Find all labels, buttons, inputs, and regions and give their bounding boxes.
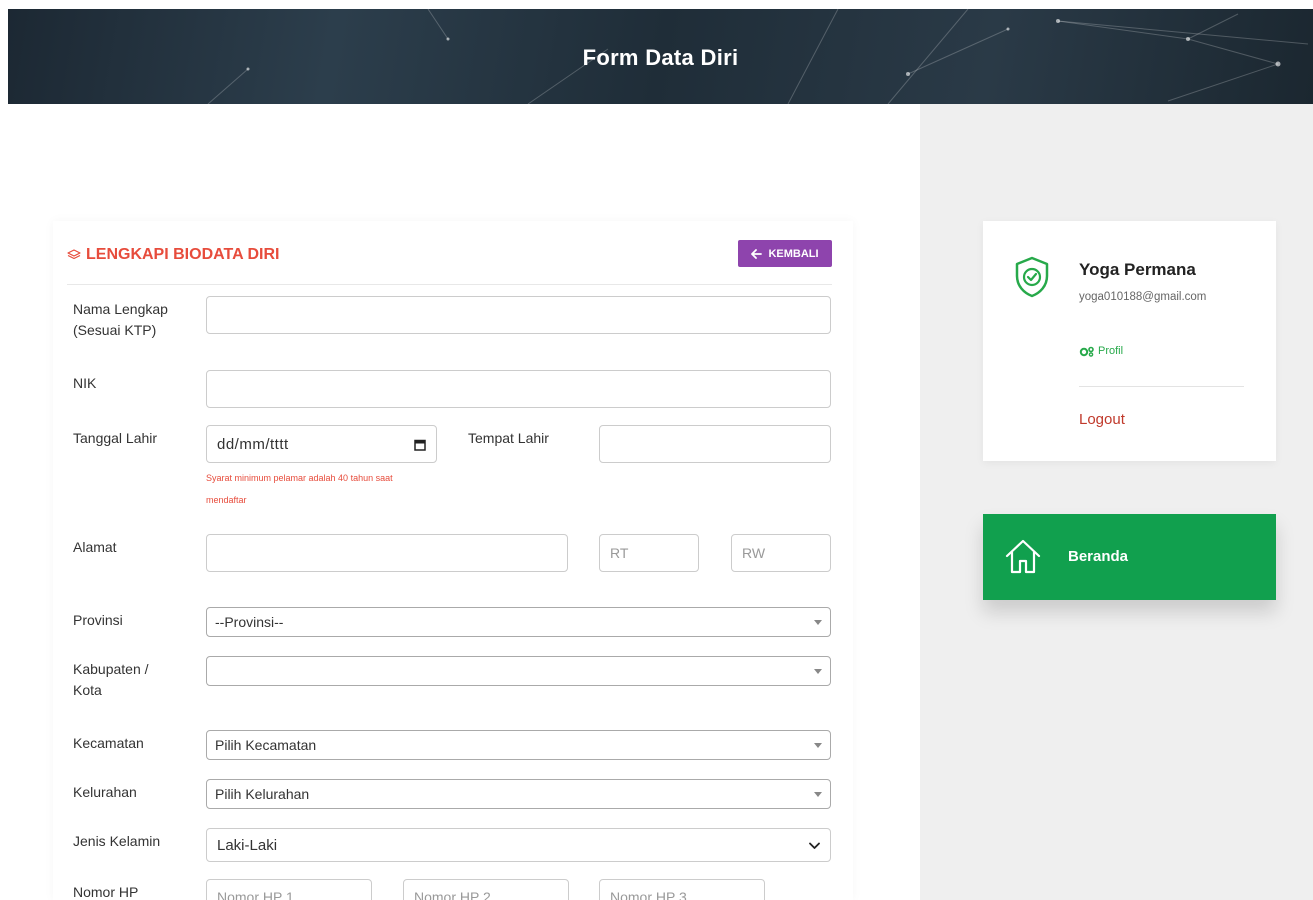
nama-label-line-1: Nama Lengkap (73, 301, 168, 317)
jenis-kelamin-value: Laki-Laki (217, 836, 278, 854)
beranda-button[interactable]: Beranda (983, 514, 1276, 600)
nik-label: NIK (73, 375, 97, 391)
tempat-lahir-input[interactable] (599, 425, 831, 463)
provinsi-select[interactable]: --Provinsi-- (206, 607, 831, 637)
alamat-input[interactable] (206, 534, 568, 572)
nama-label: Nama Lengkap (Sesuai KTP) (73, 299, 168, 341)
age-hint: Syarat minimum pelamar adalah 40 tahun s… (206, 467, 393, 511)
tanggal-lahir-placeholder: dd/mm/tttt (217, 435, 289, 453)
arrow-left-icon (751, 248, 763, 259)
nomor-hp-label: Nomor HP (73, 884, 139, 900)
alamat-label: Alamat (73, 539, 117, 555)
biodata-form: LENGKAPI BIODATA DIRI KEMBALI Nama Lengk… (53, 221, 853, 900)
age-hint-line-2: mendaftar (206, 495, 247, 505)
header-banner: Form Data Diri (8, 9, 1313, 104)
jenis-kelamin-select[interactable]: Laki-Laki (206, 828, 831, 862)
profile-email: yoga010188@gmail.com (1079, 291, 1207, 303)
rw-placeholder: RW (742, 545, 766, 561)
nama-label-line-2: (Sesuai KTP) (73, 322, 157, 338)
nomor-hp-2-placeholder: Nomor HP 2 (414, 889, 491, 900)
kabupaten-label: Kabupaten / Kota (73, 659, 149, 701)
kelurahan-label: Kelurahan (73, 784, 137, 800)
shield-check-icon (1015, 256, 1049, 298)
profile-card: Yoga Permana yoga010188@gmail.com Profil… (983, 221, 1276, 461)
tanggal-lahir-input[interactable]: dd/mm/tttt (206, 425, 437, 463)
profile-link-label: Profil (1098, 345, 1124, 357)
rt-placeholder: RT (610, 545, 629, 561)
profile-name: Yoga Permana (1079, 260, 1196, 279)
gears-icon (1079, 346, 1094, 357)
nomor-hp-1-placeholder: Nomor HP 1 (217, 889, 294, 900)
nomor-hp-3-input[interactable]: Nomor HP 3 (599, 879, 765, 900)
tanggal-lahir-label: Tanggal Lahir (73, 430, 158, 446)
kelurahan-value: Pilih Kelurahan (215, 786, 310, 802)
beranda-label: Beranda (1068, 548, 1129, 565)
nama-lengkap-input[interactable] (206, 296, 831, 334)
provinsi-value: --Provinsi-- (215, 614, 284, 630)
tempat-lahir-label: Tempat Lahir (468, 430, 549, 446)
profile-link[interactable]: Profil (1079, 345, 1123, 357)
kabupaten-label-line-1: Kabupaten / (73, 661, 149, 677)
kabupaten-select[interactable] (206, 656, 831, 686)
kelurahan-select[interactable]: Pilih Kelurahan (206, 779, 831, 809)
provinsi-label: Provinsi (73, 612, 123, 628)
kecamatan-label: Kecamatan (73, 735, 144, 751)
nomor-hp-1-input[interactable]: Nomor HP 1 (206, 879, 372, 900)
caret-down-icon (814, 620, 822, 625)
home-icon (1005, 539, 1041, 574)
nik-input[interactable] (206, 370, 831, 408)
divider (1079, 386, 1244, 387)
caret-down-icon (814, 743, 822, 748)
page-title: Form Data Diri (582, 45, 739, 70)
heading-divider (67, 284, 832, 285)
kecamatan-value: Pilih Kecamatan (215, 737, 317, 753)
nomor-hp-2-input[interactable]: Nomor HP 2 (403, 879, 569, 900)
form-heading-text: LENGKAPI BIODATA DIRI (86, 246, 280, 263)
nomor-hp-3-placeholder: Nomor HP 3 (610, 889, 687, 900)
jenis-kelamin-label: Jenis Kelamin (73, 833, 161, 849)
back-button-label: KEMBALI (768, 247, 819, 260)
rt-input[interactable]: RT (599, 534, 699, 572)
caret-down-icon (814, 792, 822, 797)
layers-icon (67, 249, 81, 260)
rw-input[interactable]: RW (731, 534, 831, 572)
kabupaten-label-line-2: Kota (73, 682, 102, 698)
chevron-down-icon (809, 842, 820, 849)
kecamatan-select[interactable]: Pilih Kecamatan (206, 730, 831, 760)
back-button[interactable]: KEMBALI (738, 240, 832, 267)
caret-down-icon (814, 669, 822, 674)
logout-link[interactable]: Logout (1079, 411, 1125, 428)
age-hint-line-1: Syarat minimum pelamar adalah 40 tahun s… (206, 473, 393, 483)
form-heading: LENGKAPI BIODATA DIRI (67, 246, 279, 264)
calendar-icon[interactable] (414, 439, 426, 451)
